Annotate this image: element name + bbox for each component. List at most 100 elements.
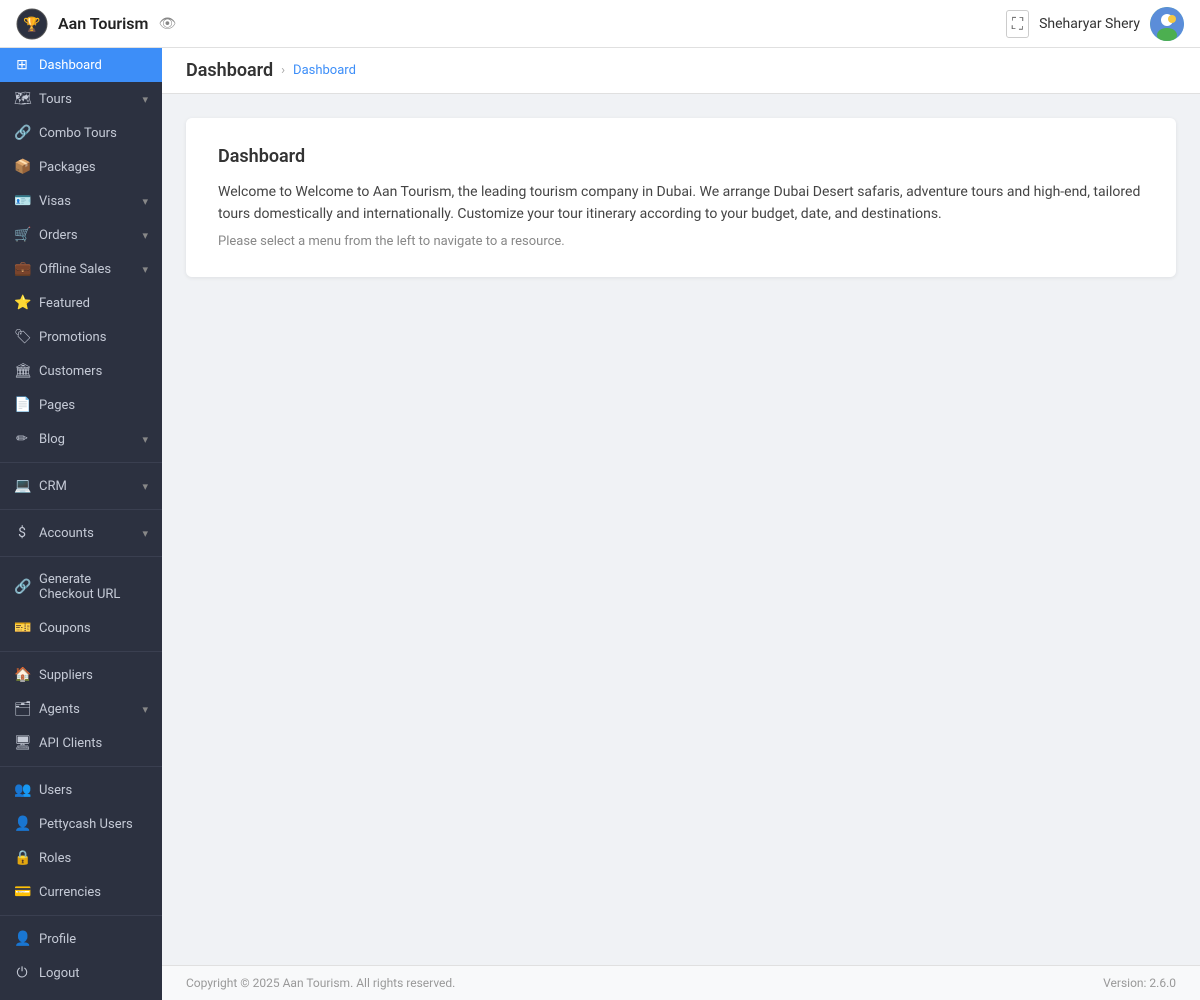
divider-5 (0, 766, 162, 767)
blog-icon: ✏ (14, 431, 30, 447)
sidebar-item-label: API Clients (39, 736, 102, 751)
footer-copyright: Copyright © 2025 Aan Tourism. All rights… (186, 976, 455, 990)
sidebar: ⊞ Dashboard 🗺 Tours ▾ 🔗 Combo Tours 📦 Pa… (0, 48, 162, 1000)
sidebar-item-label: Currencies (39, 885, 101, 900)
username-label: Sheharyar Shery (1039, 16, 1140, 32)
sidebar-item-label: Coupons (39, 621, 91, 636)
dashboard-icon: ⊞ (14, 57, 30, 73)
sidebar-item-label: CRM (39, 479, 67, 494)
sidebar-item-label: Logout (39, 966, 80, 981)
divider-2 (0, 509, 162, 510)
sidebar-item-currencies[interactable]: 💳 Currencies (0, 875, 162, 909)
agents-icon: 🗂 (14, 701, 30, 717)
sidebar-item-visas[interactable]: 🪪 Visas ▾ (0, 184, 162, 218)
sidebar-item-accounts[interactable]: $ Accounts ▾ (0, 516, 162, 550)
coupons-icon: 🎫 (14, 620, 30, 636)
dashboard-hint: Please select a menu from the left to na… (218, 234, 1144, 249)
divider-3 (0, 556, 162, 557)
users-icon: 👥 (14, 782, 30, 798)
crm-icon: 💻 (14, 478, 30, 494)
sidebar-item-label: Tours (39, 92, 72, 107)
offline-sales-icon: 💼 (14, 261, 30, 277)
main-content: Dashboard › Dashboard Dashboard Welcome … (162, 48, 1200, 1000)
api-clients-icon: 🖥 (14, 735, 30, 751)
page-footer: Copyright © 2025 Aan Tourism. All rights… (162, 965, 1200, 1000)
topbar-left: 🏆 Aan Tourism 👁 (16, 8, 176, 40)
sidebar-item-label: Generate Checkout URL (39, 572, 148, 602)
tours-icon: 🗺 (14, 91, 30, 107)
sidebar-item-profile[interactable]: 👤 Profile (0, 922, 162, 956)
chevron-icon: ▾ (142, 433, 148, 446)
sidebar-item-roles[interactable]: 🔒 Roles (0, 841, 162, 875)
fullscreen-icon[interactable]: ⛶ (1006, 10, 1029, 38)
sidebar-item-dashboard[interactable]: ⊞ Dashboard (0, 48, 162, 82)
sidebar-item-generate-checkout[interactable]: 🔗 Generate Checkout URL (0, 563, 162, 611)
sidebar-item-blog[interactable]: ✏ Blog ▾ (0, 422, 162, 456)
chevron-icon: ▾ (142, 527, 148, 540)
chevron-icon: ▾ (142, 703, 148, 716)
chevron-icon: ▾ (142, 93, 148, 106)
page-title: Dashboard (186, 60, 273, 81)
dashboard-description: Welcome to Welcome to Aan Tourism, the l… (218, 181, 1144, 226)
suppliers-icon: 🏠 (14, 667, 30, 683)
sidebar-item-pages[interactable]: 📄 Pages (0, 388, 162, 422)
breadcrumb-link[interactable]: Dashboard (293, 63, 356, 78)
accounts-icon: $ (14, 525, 30, 541)
sidebar-item-label: Agents (39, 702, 80, 717)
sidebar-item-api-clients[interactable]: 🖥 API Clients (0, 726, 162, 760)
featured-icon: ⭐ (14, 295, 30, 311)
avatar[interactable] (1150, 7, 1184, 41)
sidebar-item-tours[interactable]: 🗺 Tours ▾ (0, 82, 162, 116)
sidebar-item-combo-tours[interactable]: 🔗 Combo Tours (0, 116, 162, 150)
sidebar-item-promotions[interactable]: 🏷 Promotions (0, 320, 162, 354)
sidebar-item-label: Pages (39, 398, 75, 413)
sidebar-item-label: Blog (39, 432, 65, 447)
pettycash-icon: 👤 (14, 816, 30, 832)
svg-text:🏆: 🏆 (23, 16, 41, 33)
sidebar-item-customers[interactable]: 🏛 Customers (0, 354, 162, 388)
dashboard-card: Dashboard Welcome to Welcome to Aan Tour… (186, 118, 1176, 277)
footer-version: Version: 2.6.0 (1103, 976, 1176, 990)
sidebar-item-label: Orders (39, 228, 78, 243)
layout: ⊞ Dashboard 🗺 Tours ▾ 🔗 Combo Tours 📦 Pa… (0, 48, 1200, 1000)
dashboard-card-title: Dashboard (218, 146, 1144, 167)
sidebar-item-label: Pettycash Users (39, 817, 133, 832)
sidebar-item-label: Promotions (39, 330, 106, 345)
customers-icon: 🏛 (14, 363, 30, 379)
sidebar-item-label: Roles (39, 851, 71, 866)
app-logo: 🏆 (16, 8, 48, 40)
checkout-icon: 🔗 (14, 579, 30, 595)
sidebar-item-orders[interactable]: 🛒 Orders ▾ (0, 218, 162, 252)
sidebar-item-featured[interactable]: ⭐ Featured (0, 286, 162, 320)
topbar: 🏆 Aan Tourism 👁 ⛶ Sheharyar Shery (0, 0, 1200, 48)
divider-6 (0, 915, 162, 916)
sidebar-item-pettycash-users[interactable]: 👤 Pettycash Users (0, 807, 162, 841)
sidebar-item-logout[interactable]: ⏻ Logout (0, 956, 162, 990)
profile-icon: 👤 (14, 931, 30, 947)
page-header: Dashboard › Dashboard (162, 48, 1200, 94)
sidebar-item-label: Dashboard (39, 58, 102, 73)
app-name: Aan Tourism (58, 14, 148, 33)
sidebar-item-agents[interactable]: 🗂 Agents ▾ (0, 692, 162, 726)
content-area: Dashboard Welcome to Welcome to Aan Tour… (162, 94, 1200, 965)
sidebar-item-coupons[interactable]: 🎫 Coupons (0, 611, 162, 645)
sidebar-item-label: Suppliers (39, 668, 93, 683)
sidebar-item-offline-sales[interactable]: 💼 Offline Sales ▾ (0, 252, 162, 286)
currencies-icon: 💳 (14, 884, 30, 900)
topbar-right: ⛶ Sheharyar Shery (1006, 7, 1184, 41)
roles-icon: 🔒 (14, 850, 30, 866)
chevron-icon: ▾ (142, 229, 148, 242)
sidebar-item-packages[interactable]: 📦 Packages (0, 150, 162, 184)
combo-tours-icon: 🔗 (14, 125, 30, 141)
sidebar-item-crm[interactable]: 💻 CRM ▾ (0, 469, 162, 503)
sidebar-item-label: Users (39, 783, 72, 798)
sidebar-item-label: Offline Sales (39, 262, 111, 277)
orders-icon: 🛒 (14, 227, 30, 243)
promotions-icon: 🏷 (14, 329, 30, 345)
sidebar-item-users[interactable]: 👥 Users (0, 773, 162, 807)
logout-icon: ⏻ (14, 965, 30, 981)
sidebar-item-label: Customers (39, 364, 102, 379)
visibility-icon[interactable]: 👁 (158, 16, 176, 32)
sidebar-item-label: Profile (39, 932, 76, 947)
sidebar-item-suppliers[interactable]: 🏠 Suppliers (0, 658, 162, 692)
